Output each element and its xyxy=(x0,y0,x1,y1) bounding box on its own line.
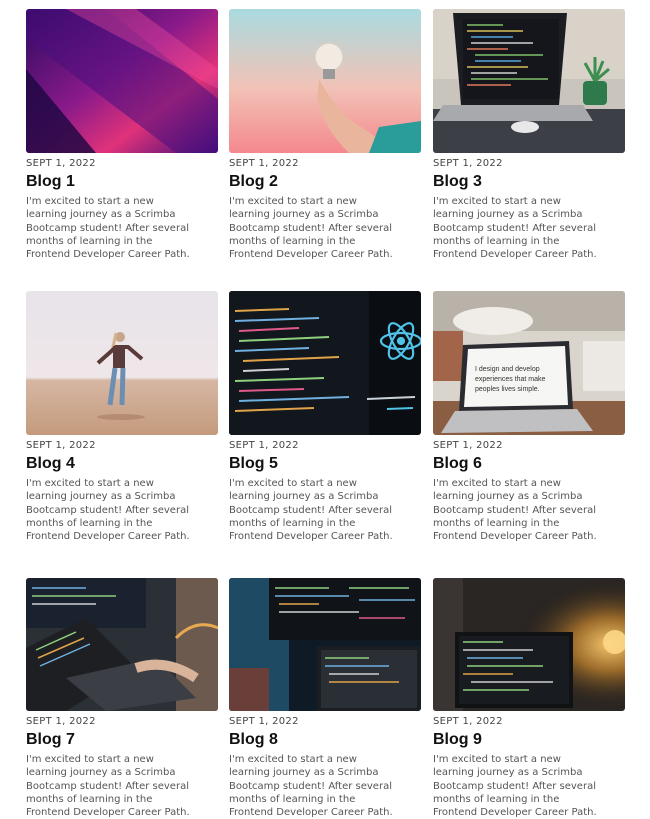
blog-thumbnail[interactable] xyxy=(229,291,421,435)
post-date: SEPT 1, 2022 xyxy=(229,440,299,451)
blog-card[interactable]: SEPT 1, 2022 Blog 4 I'm excited to start… xyxy=(26,291,218,543)
blog-thumbnail[interactable] xyxy=(26,578,218,711)
post-date: SEPT 1, 2022 xyxy=(433,158,503,169)
blog-card[interactable]: SEPT 1, 2022 Blog 1 I'm excited to start… xyxy=(26,9,218,261)
blog-thumbnail[interactable]: I design and develop experiences that ma… xyxy=(433,291,625,435)
blog-thumbnail[interactable] xyxy=(433,578,625,711)
post-excerpt: I'm excited to start a new learning jour… xyxy=(26,478,190,543)
blog-card[interactable]: SEPT 1, 2022 Blog 7 I'm excited to start… xyxy=(26,578,218,819)
post-date: SEPT 1, 2022 xyxy=(433,440,503,451)
blog-card[interactable]: I design and develop experiences that ma… xyxy=(433,291,625,543)
post-title[interactable]: Blog 6 xyxy=(433,455,625,473)
screen-text-line2: experiences that make xyxy=(475,376,546,383)
blog-card[interactable]: SEPT 1, 2022 Blog 2 I'm excited to start… xyxy=(229,9,421,261)
blog-thumbnail[interactable] xyxy=(26,9,218,153)
blog-grid: SEPT 1, 2022 Blog 1 I'm excited to start… xyxy=(0,0,650,818)
blog-thumbnail[interactable] xyxy=(229,9,421,153)
post-excerpt: I'm excited to start a new learning jour… xyxy=(26,196,190,261)
blog-card[interactable]: SEPT 1, 2022 Blog 3 I'm excited to start… xyxy=(433,9,625,261)
post-excerpt: I'm excited to start a new learning jour… xyxy=(229,754,393,819)
post-title[interactable]: Blog 1 xyxy=(26,173,218,191)
post-title[interactable]: Blog 9 xyxy=(433,731,625,749)
blog-card[interactable]: SEPT 1, 2022 Blog 9 I'm excited to start… xyxy=(433,578,625,819)
screen-text-line3: peoples lives simple. xyxy=(475,386,540,393)
post-date: SEPT 1, 2022 xyxy=(26,716,96,727)
post-date: SEPT 1, 2022 xyxy=(229,716,299,727)
blog-thumbnail[interactable] xyxy=(433,9,625,153)
post-date: SEPT 1, 2022 xyxy=(26,158,96,169)
post-title[interactable]: Blog 2 xyxy=(229,173,421,191)
post-title[interactable]: Blog 4 xyxy=(26,455,218,473)
post-title[interactable]: Blog 3 xyxy=(433,173,625,191)
blog-thumbnail[interactable] xyxy=(229,578,421,711)
screen-text-line1: I design and develop xyxy=(475,366,540,373)
post-excerpt: I'm excited to start a new learning jour… xyxy=(229,196,393,261)
post-excerpt: I'm excited to start a new learning jour… xyxy=(433,196,597,261)
post-title[interactable]: Blog 5 xyxy=(229,455,421,473)
post-date: SEPT 1, 2022 xyxy=(433,716,503,727)
post-excerpt: I'm excited to start a new learning jour… xyxy=(229,478,393,543)
blog-thumbnail[interactable] xyxy=(26,291,218,435)
post-date: SEPT 1, 2022 xyxy=(229,158,299,169)
post-excerpt: I'm excited to start a new learning jour… xyxy=(433,754,597,819)
post-date: SEPT 1, 2022 xyxy=(26,440,96,451)
post-title[interactable]: Blog 7 xyxy=(26,731,218,749)
blog-card[interactable]: SEPT 1, 2022 Blog 8 I'm excited to start… xyxy=(229,578,421,819)
post-title[interactable]: Blog 8 xyxy=(229,731,421,749)
blog-card[interactable]: SEPT 1, 2022 Blog 5 I'm excited to start… xyxy=(229,291,421,543)
post-excerpt: I'm excited to start a new learning jour… xyxy=(26,754,190,819)
post-excerpt: I'm excited to start a new learning jour… xyxy=(433,478,597,543)
